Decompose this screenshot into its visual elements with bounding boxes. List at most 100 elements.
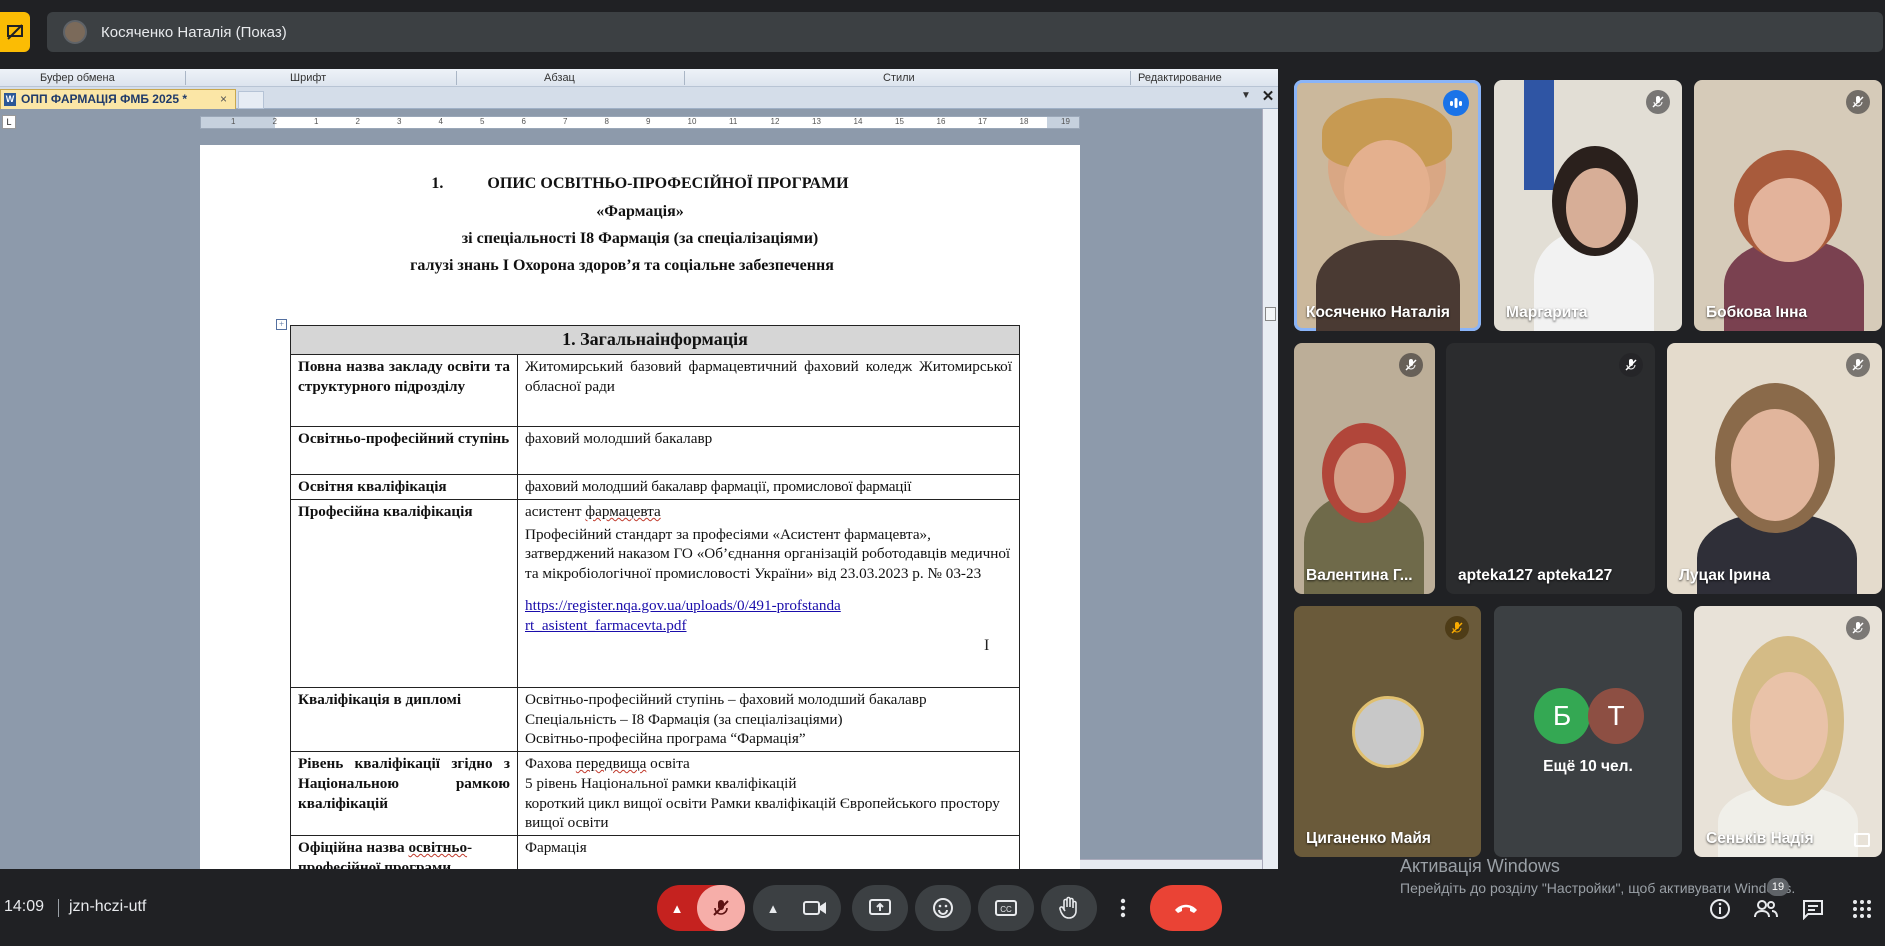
activities-button[interactable]: [1848, 895, 1876, 923]
participant-tile[interactable]: Валентина Г...: [1294, 343, 1435, 594]
ruler-tick: 18: [1019, 117, 1029, 126]
speaking-indicator-icon: [1443, 90, 1469, 116]
hand-icon: [1059, 896, 1077, 919]
presentation-icon[interactable]: [0, 12, 30, 52]
others-count: Ещё 10 чел.: [1543, 758, 1633, 775]
ribbon-clipboard-label[interactable]: Буфер обмена: [40, 72, 115, 84]
table-row: Освітньо-професійний ступінь фаховий мол…: [290, 426, 1020, 475]
participant-name: Циганенко Майя: [1306, 830, 1431, 847]
chevron-up-icon[interactable]: ▲: [657, 901, 697, 916]
program-info-table: 1. Загальнаінформація Повна назва заклад…: [290, 325, 1020, 869]
emoji-icon: [933, 898, 953, 918]
tab-dropdown-icon[interactable]: ▼: [1238, 90, 1254, 106]
participant-tile[interactable]: apteka127 apteka127: [1446, 343, 1655, 594]
ruler-tick: 16: [936, 117, 946, 126]
scroll-thumb[interactable]: [1265, 307, 1276, 321]
others-tile[interactable]: Б Т Ещё 10 чел.: [1494, 606, 1682, 857]
table-row: Кваліфікація в дипломі Освітньо-професій…: [290, 686, 1020, 753]
table-row: Рівень кваліфікації згідно з Національно…: [290, 751, 1020, 836]
avatar: Т: [1588, 688, 1644, 744]
text-cursor-icon: I: [984, 637, 990, 654]
participant-tile[interactable]: Косяченко Наталія: [1294, 80, 1481, 331]
presenter-bar: Косяченко Наталія (Показ): [47, 12, 1883, 52]
shared-screen: Буфер обмена Шрифт Абзац Стили Редактиро…: [0, 69, 1278, 869]
table-header: 1. Загальнаінформація: [290, 325, 1020, 355]
chat-button[interactable]: [1799, 895, 1827, 923]
camera-control[interactable]: ▲: [753, 885, 841, 931]
doc-specialty: зі спеціальності І8 Фармація (за спеціал…: [461, 230, 819, 247]
doc-program: «Фармація»: [596, 203, 684, 220]
hang-up-icon: [1175, 904, 1197, 913]
participant-name: apteka127 apteka127: [1458, 567, 1613, 584]
muted-mic-icon: [1846, 90, 1870, 114]
raise-hand-button[interactable]: [1041, 885, 1097, 931]
more-options-button[interactable]: [1104, 885, 1142, 931]
table-row: Офіційна назва освітньо-професійної прог…: [290, 835, 1020, 869]
horizontal-ruler[interactable]: 1 2 1 2 3 4 5 6 7 8 9 10 11 12 13 14 15 16 17 18 19: [200, 116, 1080, 129]
meeting-details-button[interactable]: [1706, 895, 1734, 923]
people-icon: [1754, 900, 1778, 918]
new-tab-button[interactable]: [238, 91, 264, 109]
meeting-code[interactable]: jzn-hczi-utf: [69, 898, 146, 916]
present-button[interactable]: [852, 885, 908, 931]
ruler-tick: 8: [604, 117, 609, 126]
svg-text:CC: CC: [1000, 905, 1012, 914]
chat-icon: [1803, 900, 1823, 920]
ruler-tick: 10: [687, 117, 697, 126]
document-workspace: L 1 2 1 2 3 4 5 6 7 8 9 10 11 12 13 14 15 16 17 18 19 1. ОПИС…: [0, 109, 1278, 869]
reactions-button[interactable]: [915, 885, 971, 931]
table-move-handle[interactable]: +: [276, 319, 287, 330]
participant-name: Бобкова Інна: [1706, 304, 1808, 321]
close-window-icon[interactable]: ✕: [1260, 89, 1276, 105]
muted-mic-icon: [1646, 90, 1670, 114]
presenter-title: Косяченко Наталія (Показ): [101, 23, 287, 41]
close-tab-icon[interactable]: ×: [220, 92, 227, 106]
participant-tile[interactable]: Маргарита: [1494, 80, 1682, 331]
windows-activation-subtitle: Перейдіть до розділу "Настройки", щоб ак…: [1400, 880, 1796, 896]
picture-in-picture-icon[interactable]: [1854, 833, 1870, 847]
muted-mic-icon: [1619, 353, 1643, 377]
profstandart-link[interactable]: https://register.nqa.gov.ua/uploads/0/49…: [525, 596, 845, 636]
document-tab[interactable]: W ОПП ФАРМАЦІЯ ФМБ 2025 * ×: [0, 89, 236, 109]
muted-mic-icon: [1846, 353, 1870, 377]
windows-activation-title: Активація Windows: [1400, 856, 1560, 876]
more-vert-icon: [1120, 898, 1126, 918]
document-page[interactable]: 1. ОПИС ОСВІТНЬО-ПРОФЕСІЙНОЇ ПРОГРАМИ «Фа…: [200, 145, 1080, 869]
leave-call-button[interactable]: [1150, 885, 1222, 931]
participant-tile[interactable]: Циганенко Майя: [1294, 606, 1481, 857]
meeting-time: 14:09: [4, 898, 45, 915]
ruler-tick: 1: [314, 117, 319, 126]
table-row: Освітня кваліфікація фаховий молодший ба…: [290, 474, 1020, 500]
camera-icon[interactable]: [793, 899, 837, 917]
participant-tile[interactable]: Луцак Ірина: [1667, 343, 1882, 594]
meet-screen: Косяченко Наталія (Показ) Буфер обмена Ш…: [0, 0, 1885, 946]
participant-name: Сеньків Надія: [1706, 830, 1814, 847]
apps-grid-icon: [1853, 900, 1871, 918]
ribbon-editing-label[interactable]: Редактирование: [1138, 72, 1222, 84]
word-icon: W: [4, 93, 16, 106]
table-row: Професійна кваліфікація асистент фармаце…: [290, 498, 1020, 688]
captions-button[interactable]: CC: [978, 885, 1034, 931]
participant-tile[interactable]: Сеньків Надія: [1694, 606, 1882, 857]
participant-tile[interactable]: Бобкова Інна: [1694, 80, 1882, 331]
ribbon-styles-label[interactable]: Стили: [883, 72, 915, 84]
mic-off-icon[interactable]: [697, 885, 745, 931]
tab-stop-selector[interactable]: L: [2, 115, 16, 129]
present-screen-icon: [869, 899, 891, 915]
chevron-up-icon[interactable]: ▲: [753, 901, 793, 916]
ruler-tick: 4: [438, 117, 443, 126]
vertical-scrollbar[interactable]: [1262, 109, 1278, 869]
ribbon-paragraph-label[interactable]: Абзац: [544, 72, 575, 84]
ribbon-font-label[interactable]: Шрифт: [290, 72, 326, 84]
ruler-tick: 14: [853, 117, 863, 126]
presenter-avatar: [63, 20, 87, 44]
ruler-tick: 11: [729, 117, 738, 126]
ruler-tick: 17: [978, 117, 987, 126]
participant-name: Косяченко Наталія: [1306, 304, 1450, 321]
microphone-control[interactable]: ▲: [657, 885, 745, 931]
table-row: Повна назва закладу освіти та структурно…: [290, 354, 1020, 427]
ruler-tick: 2: [272, 117, 277, 126]
divider: [58, 899, 59, 917]
people-button[interactable]: [1752, 895, 1780, 923]
captions-icon: CC: [995, 900, 1017, 916]
